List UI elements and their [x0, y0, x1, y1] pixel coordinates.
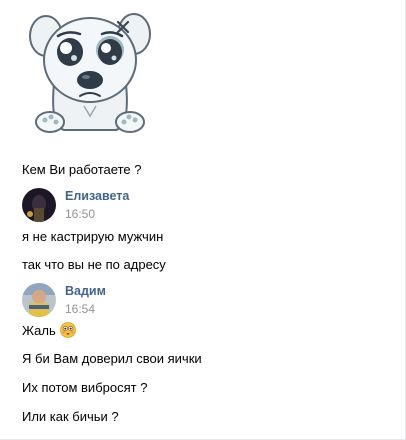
message-text: Или как бичьи ? [22, 409, 119, 424]
author-name[interactable]: Елизавета [65, 189, 129, 203]
avatar-elizaveta[interactable] [22, 188, 56, 222]
avatar-vadim[interactable] [22, 283, 56, 317]
author-name[interactable]: Вадим [65, 284, 106, 298]
message-text: так что вы не по адресу [22, 257, 166, 272]
message-text: Кем Ви работаете ? [22, 162, 142, 177]
message-text-content: Жаль [22, 323, 56, 338]
message-text: Я би Вам доверил свои яички [22, 351, 202, 366]
message-text: Их потом вибросят ? [22, 380, 148, 395]
message-time[interactable]: 16:54 [65, 302, 95, 316]
flushed-face-emoji [59, 322, 76, 338]
message-time[interactable]: 16:50 [65, 207, 95, 221]
message-text: Жаль [22, 322, 76, 339]
message-text: я не кастрирую мужчин [22, 229, 164, 244]
sad-puppy-sticker[interactable] [24, 6, 156, 138]
